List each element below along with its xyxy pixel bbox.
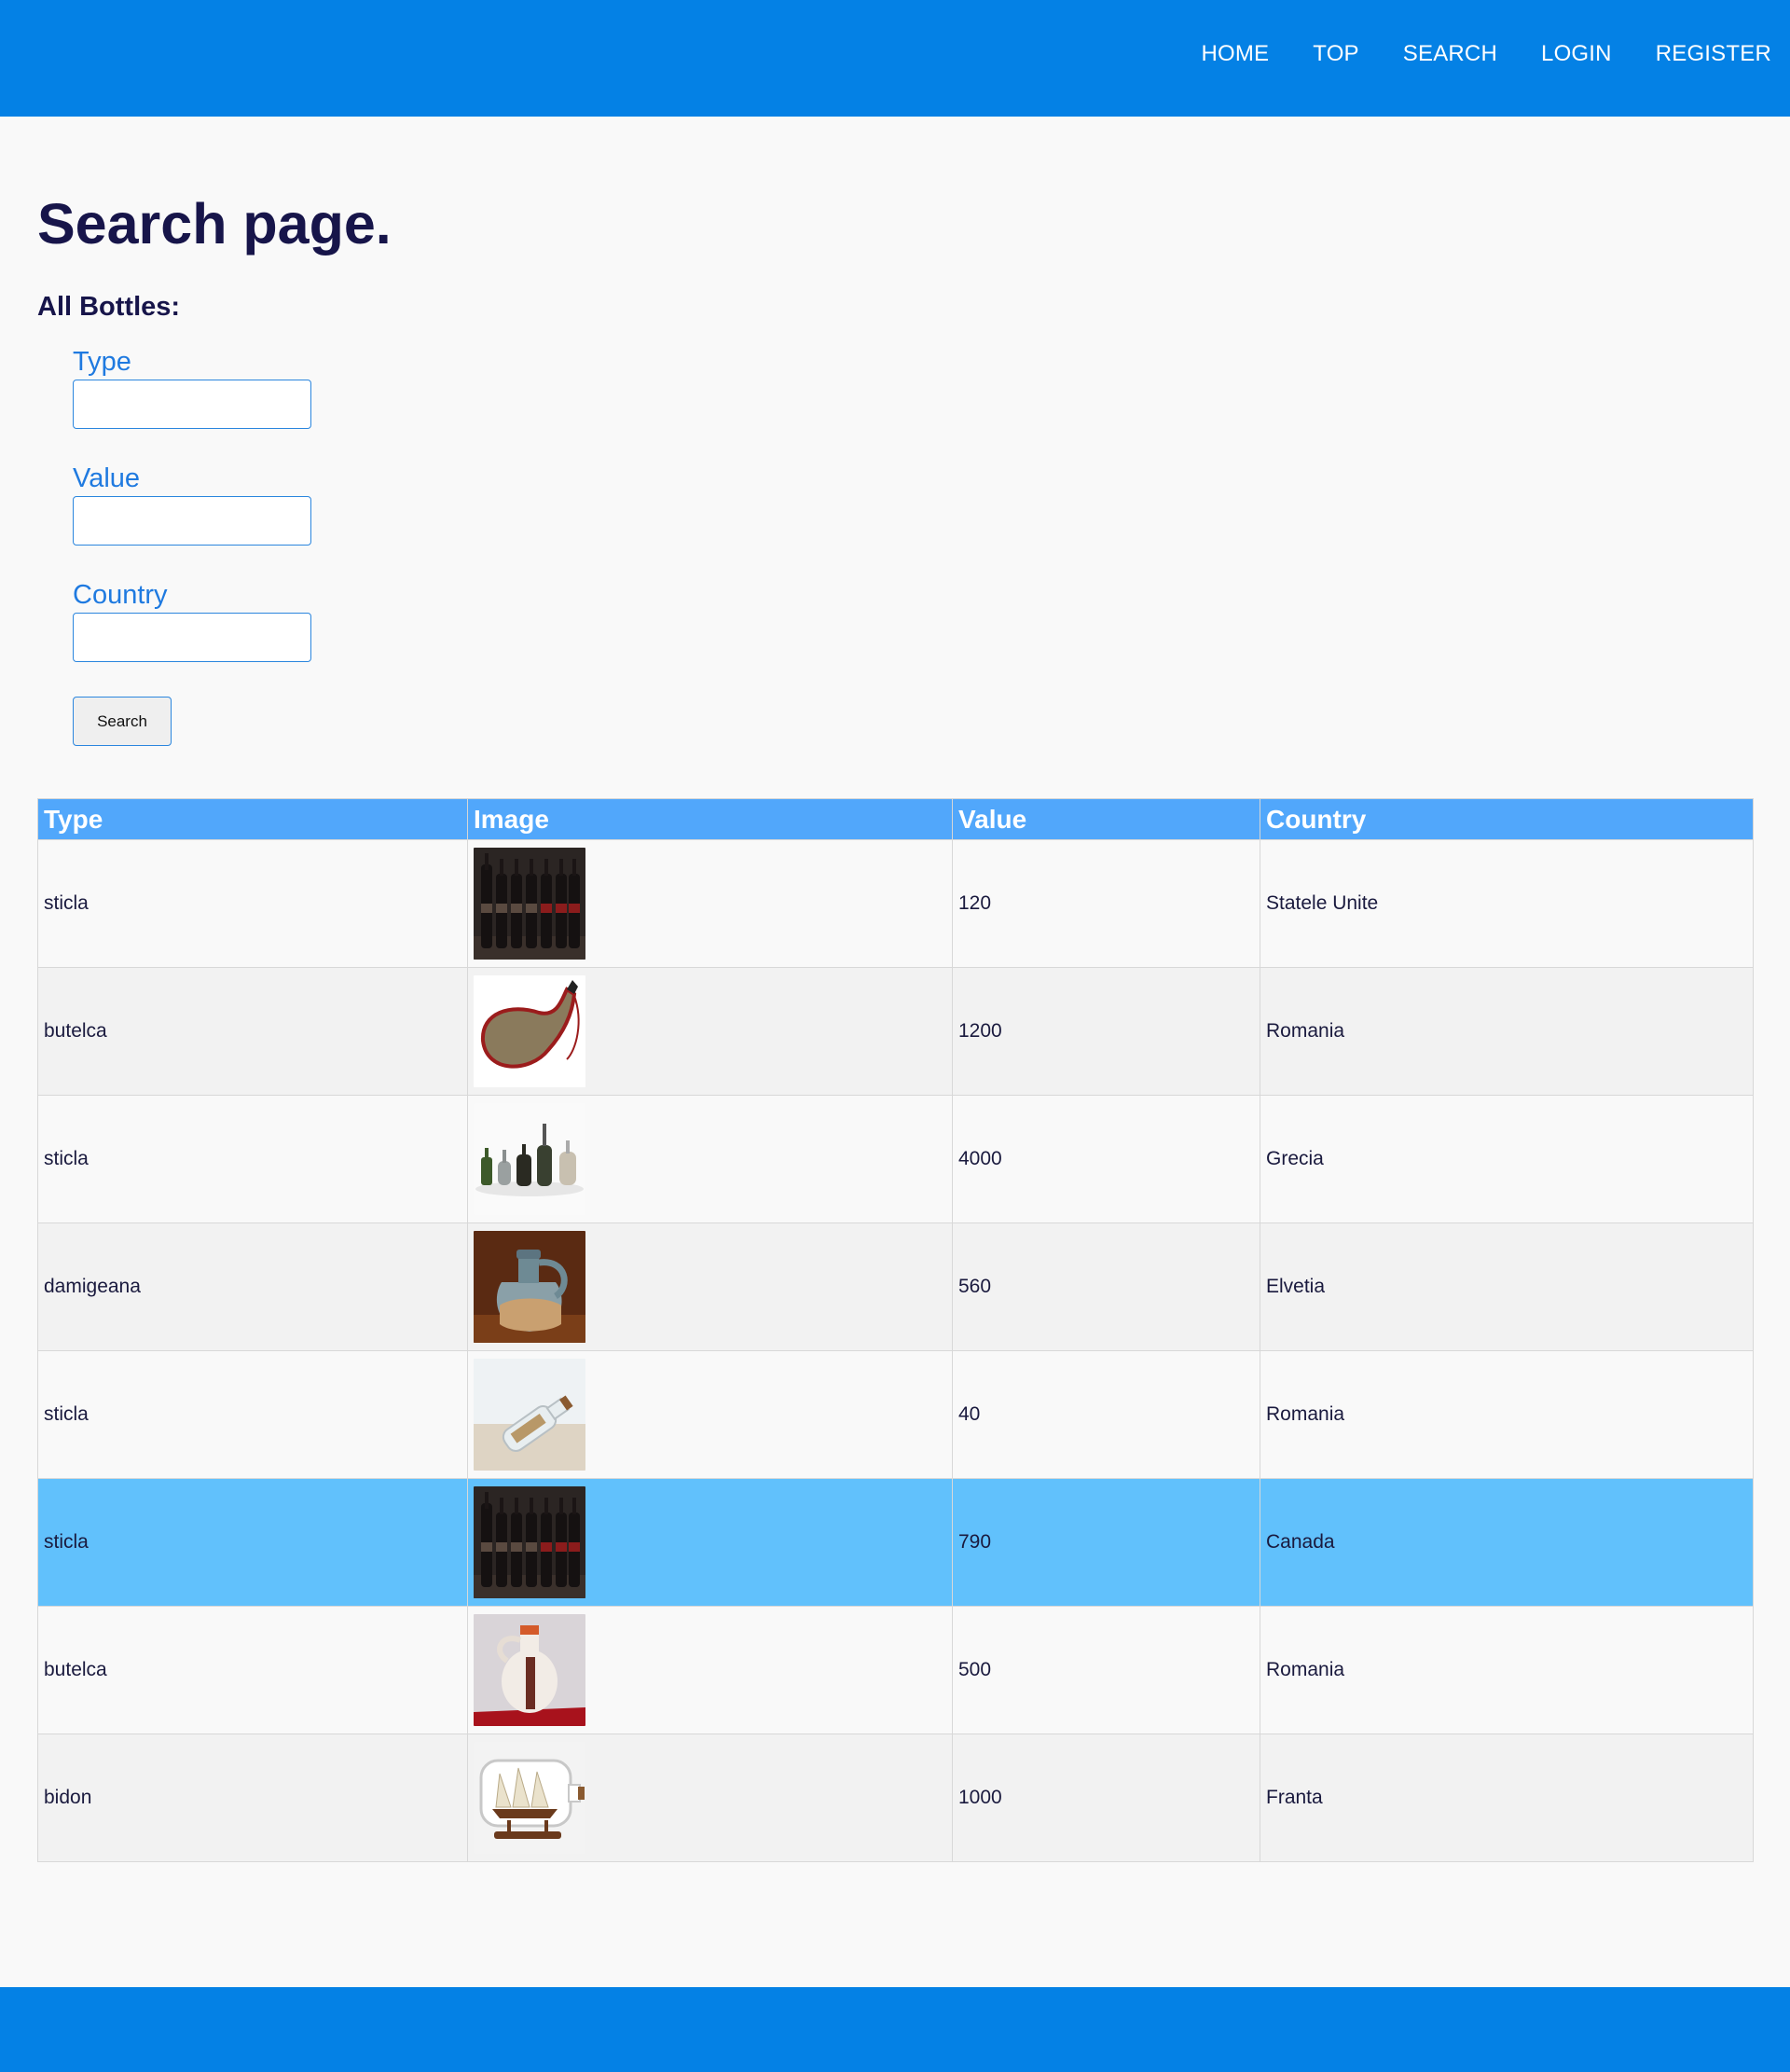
cell-image: [467, 1734, 953, 1862]
cell-country: Grecia: [1260, 1095, 1754, 1223]
page-title: Search page.: [37, 192, 392, 256]
cell-type: sticla: [37, 839, 468, 968]
cell-type: bidon: [37, 1734, 468, 1862]
cell-image: [467, 839, 953, 968]
bottle-image: [474, 975, 585, 1087]
bottle-image: [474, 1359, 585, 1471]
cell-country: Romania: [1260, 967, 1754, 1096]
cell-image: [467, 1478, 953, 1607]
value-input[interactable]: [73, 496, 311, 546]
type-label: Type: [73, 347, 131, 377]
bottle-image: [474, 1742, 585, 1854]
table-row: sticla 40 Romania: [37, 1350, 1754, 1479]
table-row: sticla 790 Canada: [37, 1478, 1754, 1607]
type-input[interactable]: [73, 380, 311, 429]
cell-value: 1000: [952, 1734, 1260, 1862]
bottle-image: [474, 1231, 585, 1343]
cell-image: [467, 1222, 953, 1351]
column-header-image: Image: [467, 798, 953, 840]
bottle-image: [474, 848, 585, 960]
bottle-image: [474, 1614, 585, 1726]
bottle-image: [474, 1103, 585, 1215]
table-row: butelca 500 Romania: [37, 1606, 1754, 1734]
cell-type: butelca: [37, 1606, 468, 1734]
nav-top-link[interactable]: TOP: [1313, 41, 1359, 67]
search-form: Type Value Country Search: [73, 346, 311, 746]
top-navigation-bar: HOME TOP SEARCH LOGIN REGISTER: [0, 0, 1790, 117]
cell-type: sticla: [37, 1350, 468, 1479]
table-row: bidon 1000 Franta: [37, 1734, 1754, 1862]
nav-home-link[interactable]: HOME: [1201, 41, 1269, 67]
cell-country: Romania: [1260, 1350, 1754, 1479]
cell-type: sticla: [37, 1478, 468, 1607]
column-header-type: Type: [37, 798, 468, 840]
table-row: damigeana 560 Elvetia: [37, 1222, 1754, 1351]
column-header-country: Country: [1260, 798, 1754, 840]
nav-register-link[interactable]: REGISTER: [1656, 41, 1771, 67]
main-nav: HOME TOP SEARCH LOGIN REGISTER: [1157, 0, 1771, 107]
table-row: sticla 4000 Grecia: [37, 1095, 1754, 1223]
value-label: Value: [73, 463, 141, 493]
cell-country: Statele Unite: [1260, 839, 1754, 968]
cell-image: [467, 1095, 953, 1223]
bottle-image: [474, 1486, 585, 1598]
cell-value: 500: [952, 1606, 1260, 1734]
cell-country: Canada: [1260, 1478, 1754, 1607]
page-footer: [0, 1987, 1790, 2072]
cell-type: damigeana: [37, 1222, 468, 1351]
cell-country: Romania: [1260, 1606, 1754, 1734]
nav-search-link[interactable]: SEARCH: [1403, 41, 1497, 67]
cell-value: 120: [952, 839, 1260, 968]
table-row: butelca 1200 Romania: [37, 967, 1754, 1096]
table-row: sticla 120 Statele Unite: [37, 839, 1754, 968]
country-label: Country: [73, 580, 168, 610]
bottles-table: Type Image Value Country sticla 120 Stat…: [37, 798, 1754, 1862]
section-heading: All Bottles:: [37, 292, 181, 322]
cell-type: sticla: [37, 1095, 468, 1223]
cell-type: butelca: [37, 967, 468, 1096]
cell-value: 40: [952, 1350, 1260, 1479]
cell-value: 1200: [952, 967, 1260, 1096]
table-header-row: Type Image Value Country: [37, 798, 1754, 840]
cell-country: Franta: [1260, 1734, 1754, 1862]
cell-value: 790: [952, 1478, 1260, 1607]
country-input[interactable]: [73, 613, 311, 662]
column-header-value: Value: [952, 798, 1260, 840]
cell-image: [467, 1606, 953, 1734]
cell-image: [467, 967, 953, 1096]
search-button[interactable]: Search: [73, 697, 172, 746]
cell-value: 560: [952, 1222, 1260, 1351]
table-body: sticla 120 Statele Unite butelca 1200 Roman…: [37, 839, 1754, 1862]
cell-image: [467, 1350, 953, 1479]
nav-login-link[interactable]: LOGIN: [1541, 41, 1612, 67]
cell-value: 4000: [952, 1095, 1260, 1223]
cell-country: Elvetia: [1260, 1222, 1754, 1351]
